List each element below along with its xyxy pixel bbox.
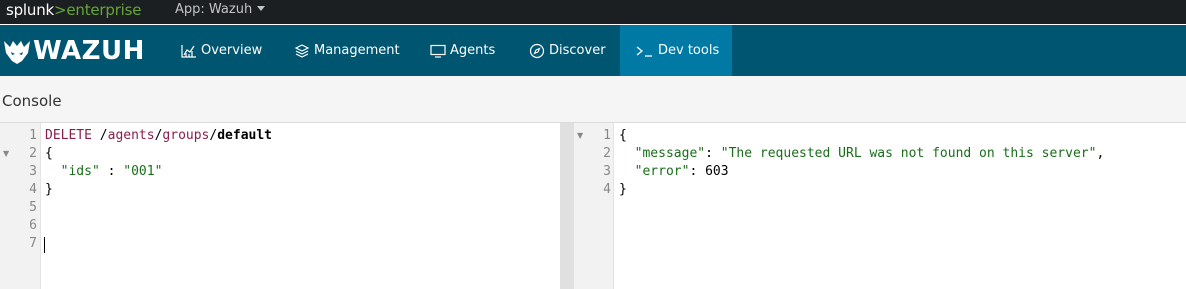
console-title: Console <box>2 92 62 110</box>
request-line-4: } <box>45 182 53 197</box>
nav-discover-label: Discover <box>549 43 606 58</box>
response-line-4: } <box>619 182 627 197</box>
response-line-3: "error": 603 <box>619 163 729 181</box>
app-menu-label: App: Wazuh <box>175 2 253 17</box>
json-separator: , <box>1096 146 1105 161</box>
path-segment: groups <box>162 128 210 143</box>
wolf-icon <box>4 41 30 64</box>
terminal-prompt-icon <box>636 45 654 57</box>
request-line-1: DELETE /agents/groups/default <box>45 127 272 145</box>
json-key: "ids" <box>60 164 100 179</box>
path-segment: default <box>217 128 273 143</box>
nav-dev-tools[interactable]: Dev tools <box>620 25 732 76</box>
request-line-2: { <box>45 146 53 161</box>
nav-overview-label: Overview <box>201 43 263 58</box>
wazuh-logo[interactable]: WAZUH <box>2 37 145 65</box>
splunk-top-bar: splunk>enterprise App: Wazuh <box>0 0 1186 24</box>
json-value: "The requested URL was not found on this… <box>720 146 1097 161</box>
nav-dev-tools-label: Dev tools <box>658 43 720 58</box>
nav-agents-label: Agents <box>450 43 496 58</box>
request-line-3: "ids" : "001" <box>45 163 163 181</box>
wazuh-logo-text: WAZUH <box>33 36 145 66</box>
line-number: 4 <box>29 182 37 197</box>
chart-icon <box>181 44 197 58</box>
json-separator: : <box>689 164 706 179</box>
app-menu-dropdown[interactable]: App: Wazuh <box>175 2 266 18</box>
response-line-2: "message": "The requested URL was not fo… <box>619 145 1105 163</box>
json-value: 603 <box>705 164 729 179</box>
caret-down-icon <box>257 6 266 11</box>
text-cursor <box>44 237 45 253</box>
line-number: 6 <box>29 218 37 233</box>
nav-agents[interactable]: Agents <box>430 25 495 76</box>
json-key: "error" <box>634 164 690 179</box>
nav-management[interactable]: Management <box>294 25 400 76</box>
wazuh-nav-bar: WAZUH Overview Management Agents Discove… <box>0 25 1186 76</box>
request-editor[interactable]: 1 2 ▼ 3 4 5 6 7 DELETE /agents/groups/de… <box>0 123 560 289</box>
line-number: 7 <box>29 236 37 251</box>
nav-management-label: Management <box>314 43 400 58</box>
json-separator: : <box>705 146 721 161</box>
json-key: "message" <box>634 146 706 161</box>
nav-discover[interactable]: Discover <box>529 25 606 76</box>
path-separator: / <box>91 128 108 143</box>
response-editor[interactable]: ▼ 1 2 3 4 { "message": "The requested UR… <box>574 123 1186 289</box>
line-number: 1 <box>603 128 611 143</box>
console-header: Console <box>0 76 1186 123</box>
fold-toggle-icon[interactable]: ▼ <box>3 145 9 163</box>
line-number: 1 <box>29 128 37 143</box>
json-value: "001" <box>123 164 163 179</box>
editor-splitter[interactable] <box>560 123 574 289</box>
management-icon <box>294 43 310 58</box>
line-number: 3 <box>603 164 611 179</box>
nav-overview[interactable]: Overview <box>181 25 262 76</box>
line-number: 2 <box>603 146 611 161</box>
http-method: DELETE <box>45 128 92 143</box>
line-number: 4 <box>603 182 611 197</box>
line-number: 5 <box>29 200 37 215</box>
json-separator: : <box>99 164 124 179</box>
monitor-icon <box>430 44 446 58</box>
splunk-enterprise-logo[interactable]: splunk>enterprise <box>6 1 141 19</box>
splunk-logo-enterprise: >enterprise <box>54 1 142 19</box>
path-segment: agents <box>107 128 155 143</box>
compass-icon <box>529 43 545 59</box>
line-number: 3 <box>29 164 37 179</box>
splunk-logo-word: splunk <box>6 1 55 19</box>
response-line-1: { <box>619 128 627 143</box>
